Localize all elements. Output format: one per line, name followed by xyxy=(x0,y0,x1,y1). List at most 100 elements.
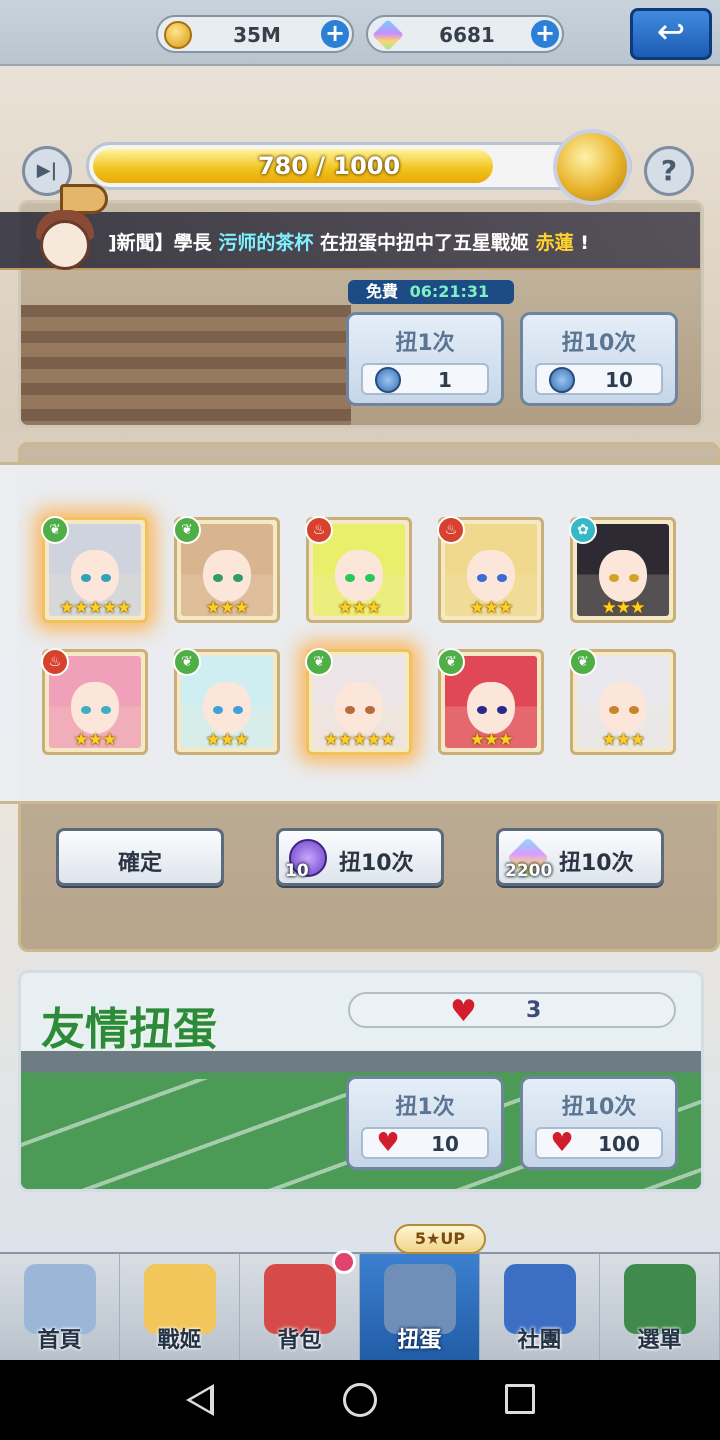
result-hero-card[interactable]: ❦ ★★★★★ xyxy=(305,648,412,755)
pull-cost: ♥ 10 xyxy=(361,1127,489,1159)
premium-pull-10-button[interactable]: 扭10次 10 xyxy=(520,312,678,406)
leaf-element-icon: ❦ xyxy=(41,516,69,544)
pull-label: 扭10次 xyxy=(561,331,637,356)
hero-face xyxy=(335,682,383,734)
result-hero-card[interactable]: ❦ ★★★ xyxy=(173,516,280,623)
rarity-stars: ★★★ xyxy=(601,598,646,618)
pull-cost: 1 xyxy=(361,363,489,395)
hero-eye xyxy=(365,706,375,714)
premium-pull-1-button[interactable]: 扭1次 1 xyxy=(346,312,504,406)
hero-eye xyxy=(213,574,223,582)
nav-label: 首頁 xyxy=(37,1328,82,1353)
rarity-stars: ★★★ xyxy=(73,730,118,750)
ticket-icon xyxy=(549,367,575,393)
hero-eye xyxy=(497,706,507,714)
skip-icon: ▶| xyxy=(36,160,58,181)
result-hero-card[interactable]: ♨ ★★★ xyxy=(437,516,544,623)
ticket-cost: 10 xyxy=(285,861,309,881)
hero-eye xyxy=(477,574,487,582)
hero-eye xyxy=(629,574,639,582)
nav-home[interactable]: 首頁 xyxy=(0,1254,120,1362)
result-hero-card[interactable]: ❦ ★★★ xyxy=(173,648,280,755)
hero-face xyxy=(599,682,647,734)
rainbow-gem-icon xyxy=(372,19,404,51)
heart-icon: ♥ xyxy=(450,994,477,1029)
leaf-element-icon: ❦ xyxy=(437,648,465,676)
water-element-icon: ✿ xyxy=(569,516,597,544)
fire-element-icon: ♨ xyxy=(305,516,333,544)
hero-eye xyxy=(81,706,91,714)
nav-label: 扭蛋 xyxy=(397,1328,442,1353)
rarity-stars: ★★★ xyxy=(601,730,646,750)
friend-pull-10-button[interactable]: 扭10次 ♥ 100 xyxy=(520,1076,678,1170)
rarity-stars: ★★★ xyxy=(205,730,250,750)
nav-heroines[interactable]: 戰姬 xyxy=(120,1254,240,1362)
result-hero-card[interactable]: ✿ ★★★ xyxy=(569,516,676,623)
friend-pull-1-button[interactable]: 扭1次 ♥ 10 xyxy=(346,1076,504,1170)
back-button[interactable]: ↩ xyxy=(630,8,712,60)
mascot-face xyxy=(40,220,90,270)
pity-progress-bar: 780 / 1000 xyxy=(86,129,632,205)
add-gold-button[interactable]: + xyxy=(321,20,349,48)
pull-cost-value: 10 xyxy=(431,1132,459,1156)
pull-cost-value: 1 xyxy=(438,368,452,392)
nav-gacha[interactable]: 扭蛋 xyxy=(360,1254,480,1362)
hero-eye xyxy=(213,706,223,714)
pull-label: 扭10次 xyxy=(561,1095,637,1120)
rarity-stars: ★★★ xyxy=(205,598,250,618)
add-gem-button[interactable]: + xyxy=(531,20,559,48)
pull-10-gem-button[interactable]: 2200 扭10次 xyxy=(496,828,664,886)
confirm-button[interactable]: 確定 xyxy=(56,828,224,886)
hero-eye xyxy=(101,706,111,714)
megaphone-mascot xyxy=(22,180,108,276)
heart-icon: ♥ xyxy=(376,1128,400,1158)
gem-value: 6681 xyxy=(439,23,495,47)
nav-label: 社團 xyxy=(517,1328,562,1353)
gem-cost: 2200 xyxy=(505,861,553,881)
hero-eye xyxy=(345,574,355,582)
help-button[interactable]: ? xyxy=(644,146,694,196)
gold-value: 35M xyxy=(233,23,281,47)
gem-counter: 6681 + xyxy=(366,15,564,53)
pull-label: 扭10次 xyxy=(559,851,634,876)
leaf-element-icon: ❦ xyxy=(173,648,201,676)
leaf-element-icon: ❦ xyxy=(569,648,597,676)
confirm-label: 確定 xyxy=(117,851,162,876)
result-hero-card[interactable]: ♨ ★★★ xyxy=(305,516,412,623)
result-hero-card[interactable]: ♨ ★★★ xyxy=(41,648,148,755)
hero-eye xyxy=(497,574,507,582)
nav-label: 戰姬 xyxy=(157,1328,202,1353)
pity-progress-text: 780 / 1000 xyxy=(257,152,401,180)
result-hero-card[interactable]: ❦ ★★★★★ xyxy=(41,516,148,623)
hero-eye xyxy=(629,706,639,714)
golden-egg-icon[interactable] xyxy=(553,129,631,205)
hero-face xyxy=(599,550,647,602)
free-timer: 06:21:31 xyxy=(409,282,490,301)
hero-eye xyxy=(233,706,243,714)
free-pull-timer: 免費 06:21:31 xyxy=(348,280,514,304)
pull-label: 扭1次 xyxy=(395,331,455,356)
system-home-icon[interactable] xyxy=(343,1383,377,1417)
friend-gacha-title: 友情扭蛋 xyxy=(41,1004,217,1055)
pull-10-ticket-button[interactable]: 10 扭10次 xyxy=(276,828,444,886)
rarity-stars: ★★★ xyxy=(337,598,382,618)
nav-menu[interactable]: 選單 xyxy=(600,1254,720,1362)
hero-face xyxy=(203,550,251,602)
hero-eye xyxy=(365,574,375,582)
system-recents-icon[interactable] xyxy=(505,1384,535,1414)
system-back-icon[interactable] xyxy=(186,1384,214,1416)
result-hero-card[interactable]: ❦ ★★★ xyxy=(437,648,544,755)
leaf-element-icon: ❦ xyxy=(305,648,333,676)
hero-face xyxy=(335,550,383,602)
news-hero: 赤蓮 xyxy=(535,232,574,254)
notification-dot xyxy=(332,1250,356,1274)
nav-guild[interactable]: 社團 xyxy=(480,1254,600,1362)
hero-eye xyxy=(609,706,619,714)
heart-icon: ♥ xyxy=(550,1128,574,1158)
leaf-element-icon: ❦ xyxy=(173,516,201,544)
classroom-desks-art xyxy=(21,305,351,425)
hero-eye xyxy=(609,574,619,582)
result-hero-card[interactable]: ❦ ★★★ xyxy=(569,648,676,755)
gold-counter: 35M + xyxy=(156,15,354,53)
hero-face xyxy=(467,682,515,734)
